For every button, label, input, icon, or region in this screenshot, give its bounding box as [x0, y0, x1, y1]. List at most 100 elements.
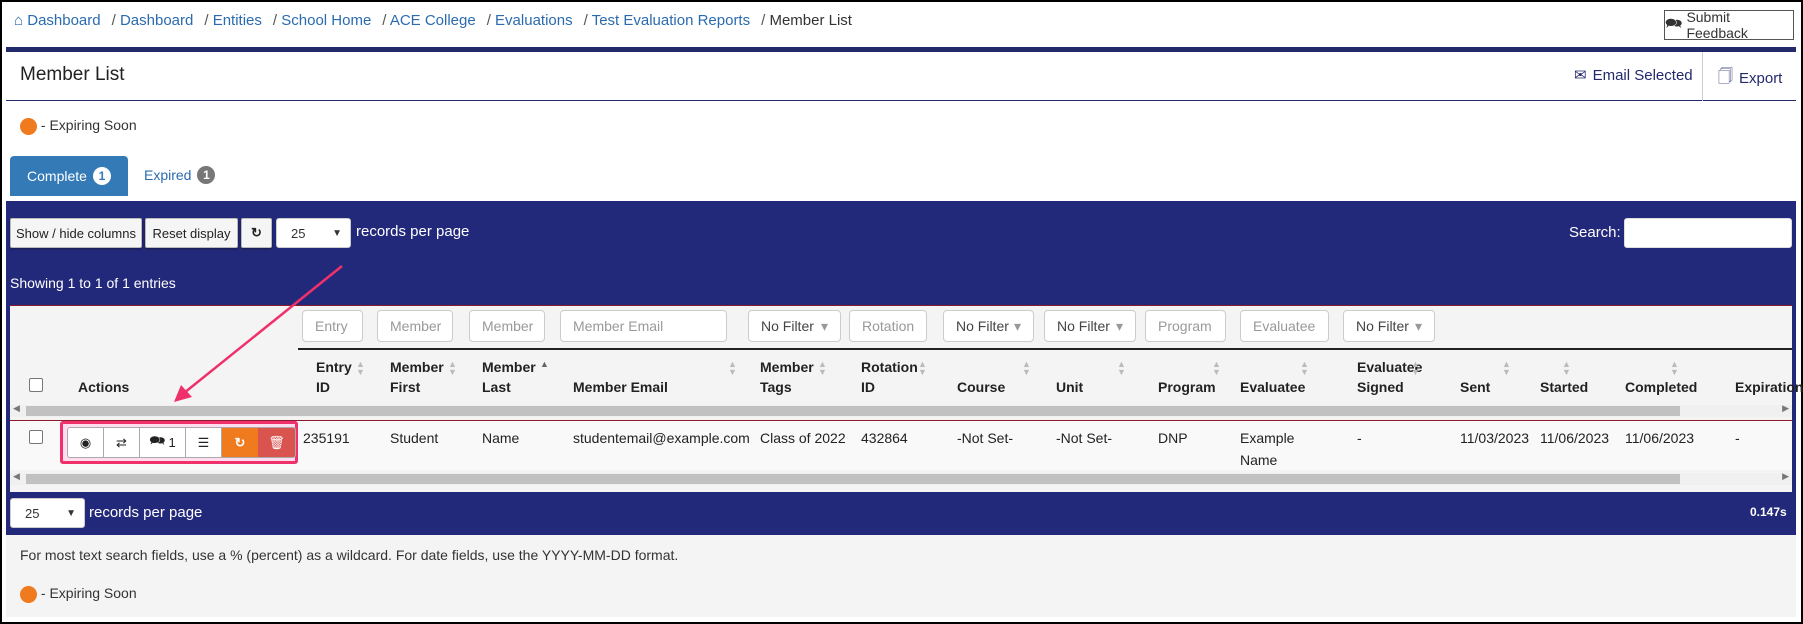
table-cell: Class of 2022 [760, 430, 846, 446]
email-selected-button[interactable]: ✉ Email Selected [1574, 66, 1693, 85]
sort-icon[interactable]: ▲ ▼ [1411, 360, 1420, 377]
breadcrumb-school-home[interactable]: School Home [281, 12, 371, 29]
tab-label: Expired [144, 167, 192, 183]
footer-page-size-select[interactable]: 25 ▼ [10, 498, 85, 528]
column-header[interactable]: Started [1540, 377, 1588, 397]
table-cell: 11/03/2023 [1460, 430, 1530, 446]
search-input[interactable] [1624, 218, 1792, 248]
select-all-checkbox[interactable] [29, 378, 43, 392]
sort-icon[interactable]: ▲ ▼ [728, 360, 737, 377]
legend-label: - Expiring Soon [40, 117, 137, 133]
table-cell: 11/06/2023 [1625, 430, 1695, 446]
tab-complete[interactable]: Complete 1 [10, 156, 128, 196]
column-header[interactable]: Member Tags [760, 357, 814, 397]
column-header[interactable]: Rotation ID [861, 357, 918, 397]
row-checkbox[interactable] [29, 430, 43, 444]
filter-text: No Filter [761, 318, 814, 334]
sort-icon[interactable]: ▲ ▼ [1300, 360, 1309, 377]
table-cell: Student [390, 430, 439, 446]
column-header[interactable]: Member Last [482, 357, 536, 397]
breadcrumb-dashboard[interactable]: Dashboard [27, 12, 100, 29]
sort-icon[interactable]: ▲ ▼ [1562, 360, 1571, 377]
breadcrumb: ⌂ Dashboard / Dashboard / Entities / School… [14, 12, 852, 29]
view-button[interactable]: ◉ [68, 428, 104, 457]
submit-feedback-button[interactable]: 🗪 Submit Feedback [1664, 9, 1794, 41]
column-header[interactable]: Unit [1056, 377, 1083, 397]
horizontal-scrollbar-top[interactable]: ◀ ▶ [10, 403, 1792, 417]
table-cell: -Not Set- [1056, 430, 1113, 446]
column-header[interactable]: Program [1158, 377, 1216, 397]
panel-header [6, 52, 1796, 101]
filter-input[interactable]: Entry [302, 310, 363, 342]
scrollbar-thumb[interactable] [26, 406, 1680, 416]
export-button[interactable]: 🗍 Export [1718, 66, 1782, 91]
header-line: Tags [760, 379, 792, 395]
refresh-button[interactable]: ↻ [241, 218, 272, 248]
chevron-down-icon: ▼ [66, 507, 76, 519]
show-hide-columns-button[interactable]: Show / hide columns [10, 218, 142, 248]
filter-text: No Filter [956, 318, 1009, 334]
tab-expired[interactable]: Expired 1 [144, 166, 216, 184]
filter-text: Entry [315, 318, 348, 334]
submit-feedback-label: Submit Feedback [1686, 9, 1748, 41]
page-size-value: 25 [25, 505, 40, 521]
breadcrumb-test-evaluation-reports[interactable]: Test Evaluation Reports [592, 12, 750, 29]
filter-input[interactable]: Member Email [560, 310, 727, 342]
panel-body [6, 101, 1796, 201]
filter-input[interactable]: Member [377, 310, 453, 342]
breadcrumb-ace-college[interactable]: ACE College [390, 12, 476, 29]
sort-icon[interactable]: ▲ ▼ [1117, 360, 1126, 377]
comments-icon: 🗪 [1665, 15, 1683, 31]
header-line: Member Email [573, 379, 668, 395]
sort-icon[interactable]: ▲ ▼ [1212, 360, 1221, 377]
delete-button[interactable]: 🗑 [258, 428, 295, 457]
filter-select[interactable]: No Filter ▾ [748, 310, 841, 342]
sort-icon[interactable]: ▲ ▼ [1022, 360, 1031, 377]
horizontal-scrollbar-bottom[interactable]: ◀ ▶ [10, 471, 1792, 485]
scrollbar-thumb[interactable] [26, 474, 1680, 484]
records-per-page-label: records per page [89, 504, 203, 521]
breadcrumb-entities[interactable]: Entities [213, 12, 262, 29]
filter-select[interactable]: No Filter ▾ [1044, 310, 1136, 342]
column-header[interactable]: Completed [1625, 377, 1697, 397]
breadcrumb-evaluations[interactable]: Evaluations [495, 12, 573, 29]
filter-input[interactable]: Evaluatee [1240, 310, 1329, 342]
header-line: Member [390, 359, 444, 375]
filter-text: Member [390, 318, 442, 334]
comments-button[interactable]: 🗪 1 [140, 428, 186, 457]
column-header[interactable]: Course [957, 377, 1005, 397]
filter-input[interactable]: Program [1145, 310, 1226, 342]
filter-select[interactable]: No Filter ▾ [943, 310, 1034, 342]
table-cell: - [1357, 430, 1362, 446]
row-actions: ◉ ⇄ 🗪 1 ☰ ↻ 🗑 [67, 427, 296, 458]
sort-icon[interactable]: ▲ ▼ [448, 360, 457, 377]
sort-icon[interactable]: ▲ ▼ [1502, 360, 1511, 377]
list-button[interactable]: ☰ [186, 428, 222, 457]
filter-select[interactable]: No Filter ▾ [1343, 310, 1435, 342]
trash-icon: 🗑 [268, 434, 285, 450]
page-size-select[interactable]: 25 ▼ [276, 218, 351, 248]
document-button[interactable]: ⇄ [104, 428, 140, 457]
export-label: Export [1739, 70, 1783, 87]
filter-text: No Filter [1356, 318, 1409, 334]
table-cell: Example Name [1240, 430, 1295, 468]
table-cell: 432864 [861, 430, 908, 446]
column-header[interactable]: Evaluatee [1240, 377, 1305, 397]
file-sync-icon: ⇄ [116, 434, 127, 450]
page-title: Member List [20, 64, 125, 85]
sort-icon[interactable]: ▲ ▼ [818, 360, 827, 377]
sort-icon[interactable]: ▲ [540, 360, 549, 369]
column-header[interactable]: Sent [1460, 377, 1490, 397]
sort-icon[interactable]: ▲ ▼ [918, 360, 927, 377]
column-header[interactable]: Member First [390, 357, 444, 397]
reset-button[interactable]: ↻ [222, 428, 258, 457]
column-header[interactable]: Entry ID [316, 357, 352, 397]
sort-icon[interactable]: ▲ ▼ [356, 360, 365, 377]
column-header[interactable]: Member Email [573, 377, 668, 397]
filter-input[interactable]: Member [469, 310, 545, 342]
breadcrumb-dashboard-2[interactable]: Dashboard [120, 12, 193, 29]
column-header[interactable]: Expiration [1735, 377, 1803, 397]
sort-icon[interactable]: ▲ ▼ [1670, 360, 1679, 377]
reset-display-button[interactable]: Reset display [145, 218, 238, 248]
filter-input[interactable]: Rotation [849, 310, 927, 342]
